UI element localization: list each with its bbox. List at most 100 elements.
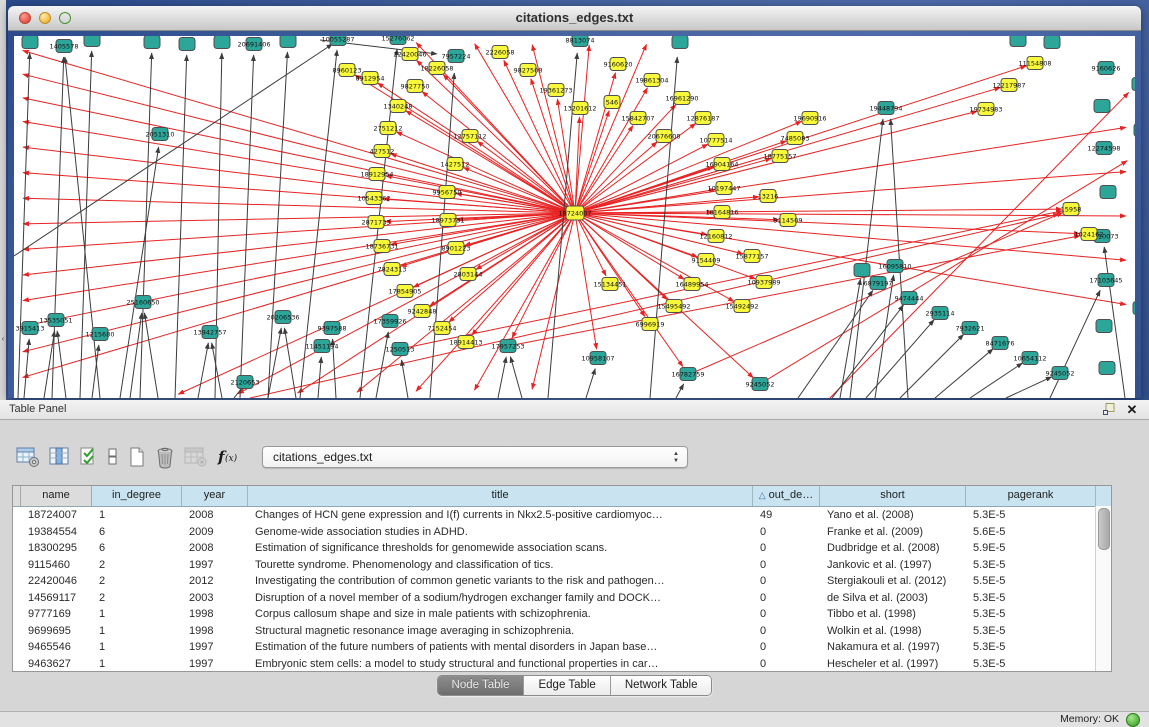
close-panel-button[interactable]: ✕: [1124, 402, 1140, 417]
close-window-button[interactable]: [19, 12, 31, 24]
float-panel-button[interactable]: [1101, 402, 1117, 417]
network-nodes: 1405578206914061005528715276062795722488…: [16, 36, 1135, 391]
network-node[interactable]: [1100, 186, 1116, 199]
network-window[interactable]: citations_edges.txt 14055782069140610055…: [8, 6, 1141, 398]
tab-edge-table[interactable]: Edge Table: [524, 676, 610, 695]
table-mode-button[interactable]: [16, 444, 40, 470]
network-node[interactable]: [1010, 36, 1026, 47]
network-edge: [1050, 290, 1100, 398]
show-columns-button[interactable]: [49, 444, 71, 470]
network-node[interactable]: [179, 38, 195, 51]
tab-network-table[interactable]: Network Table: [611, 676, 712, 695]
table-row[interactable]: 1938455462009Genome-wide association stu…: [13, 524, 1111, 541]
column-header-pagerank[interactable]: pagerank: [966, 486, 1096, 506]
column-header-out_de…[interactable]: △out_de…: [753, 486, 820, 506]
network-edge: [298, 213, 575, 393]
select-columns-button[interactable]: [80, 444, 98, 470]
network-node[interactable]: [1094, 100, 1110, 113]
network-node-label: 8471676: [986, 339, 1015, 347]
cell-out_de…: 0: [753, 573, 820, 590]
network-node-label: 6996919: [636, 320, 665, 328]
cell-pagerank: 5.9E-5: [966, 540, 1096, 557]
minimize-window-button[interactable]: [39, 12, 51, 24]
network-node-label: 25160650: [126, 298, 159, 306]
table-selector-combobox[interactable]: citations_edges.txt ▲▼: [262, 446, 688, 468]
network-node-label: 17854905: [388, 287, 421, 295]
table-row[interactable]: 911546021997Tourette syndrome. Phenomeno…: [13, 557, 1111, 574]
network-node-label: 8912954: [356, 74, 385, 82]
network-node[interactable]: [280, 36, 296, 48]
table-row[interactable]: 946554611997Estimation of the future num…: [13, 639, 1111, 656]
network-node-label: 11451194: [305, 342, 338, 350]
network-edge: [935, 349, 993, 398]
status-bar: Memory: OK: [0, 711, 1149, 727]
network-node-label: 11154808: [1018, 59, 1051, 67]
network-node[interactable]: [1099, 362, 1115, 375]
network-edge: [850, 119, 883, 398]
tab-node-table[interactable]: Node Table: [438, 676, 525, 695]
table-row[interactable]: 1456911722003Disruption of a novel membe…: [13, 590, 1111, 607]
column-header-name[interactable]: name: [21, 486, 92, 506]
column-header-gutter: [13, 486, 21, 506]
table-vertical-scrollbar[interactable]: [1095, 506, 1111, 671]
memory-status-label: Memory: OK: [1060, 713, 1119, 725]
cell-title: Changes of HCN gene expression and I(f) …: [248, 507, 753, 524]
network-node[interactable]: [672, 36, 688, 49]
cell-short: Nakamura et al. (1997): [820, 639, 966, 656]
table-row[interactable]: 2242004622012Investigating the contribut…: [13, 573, 1111, 590]
column-header-year[interactable]: year: [182, 486, 248, 506]
table-row[interactable]: 1872400712008Changes of HCN gene express…: [13, 507, 1111, 524]
network-node[interactable]: [214, 36, 230, 49]
network-node-label: 15134451: [593, 280, 626, 288]
scrollbar-thumb[interactable]: [1098, 508, 1110, 550]
network-node[interactable]: [854, 264, 870, 277]
cell-out_de…: 0: [753, 590, 820, 607]
network-node-label: 18775157: [763, 152, 796, 160]
cell-in_degree: 2: [92, 590, 182, 607]
column-header-in_degree[interactable]: in_degree: [92, 486, 182, 506]
network-node[interactable]: [22, 36, 38, 49]
network-node-label: 6879197: [864, 279, 893, 287]
create-column-button[interactable]: [128, 444, 146, 470]
function-builder-button[interactable]: f (x): [217, 444, 243, 470]
network-node[interactable]: [84, 36, 100, 47]
table-row[interactable]: 1830029562008Estimation of significance …: [13, 540, 1111, 557]
cell-name: 18300295: [21, 540, 92, 557]
cell-gutter: [13, 524, 21, 541]
network-edge: [120, 147, 159, 398]
cell-year: 2008: [182, 540, 248, 557]
network-canvas[interactable]: 1405578206914061005528715276062795722488…: [14, 36, 1135, 398]
table-row[interactable]: 946362711997Embryonic stem cells: a mode…: [13, 656, 1111, 672]
table-row[interactable]: 977716911998Corpus callosum shape and si…: [13, 606, 1111, 623]
network-edge: [510, 357, 522, 398]
cell-pagerank: 5.3E-5: [966, 590, 1096, 607]
delete-table-button[interactable]: [184, 444, 208, 470]
network-node[interactable]: [144, 36, 160, 49]
window-titlebar[interactable]: citations_edges.txt: [8, 6, 1141, 31]
network-node-label: 1405578: [50, 42, 79, 50]
delete-column-button[interactable]: [155, 444, 175, 470]
network-node[interactable]: [1134, 124, 1135, 137]
zoom-window-button[interactable]: [59, 12, 71, 24]
table-body: 1872400712008Changes of HCN gene express…: [13, 507, 1111, 671]
network-edge: [830, 92, 1129, 398]
table-row[interactable]: 969969511998Structural magnetic resonanc…: [13, 623, 1111, 640]
table-selector-value: citations_edges.txt: [273, 450, 372, 464]
sort-ascending-icon: △: [759, 490, 766, 500]
column-header-title[interactable]: title: [248, 486, 753, 506]
network-edge: [970, 363, 1023, 398]
network-node[interactable]: [1132, 78, 1135, 91]
network-node[interactable]: [1133, 302, 1135, 315]
table-panel-titlebar[interactable]: Table Panel ✕: [0, 400, 1149, 420]
network-node-label: 10055287: [321, 36, 354, 43]
network-node[interactable]: [1096, 320, 1112, 333]
cell-gutter: [13, 656, 21, 672]
network-node-label: 16095810: [878, 262, 911, 270]
network-node-label: 13942757: [193, 328, 226, 336]
network-node[interactable]: [1044, 36, 1060, 49]
cell-title: Structural magnetic resonance image aver…: [248, 623, 753, 640]
row-height-button[interactable]: [107, 444, 119, 470]
network-edge: [65, 57, 100, 398]
memory-status-indicator[interactable]: [1126, 713, 1140, 727]
column-header-short[interactable]: short: [820, 486, 966, 506]
